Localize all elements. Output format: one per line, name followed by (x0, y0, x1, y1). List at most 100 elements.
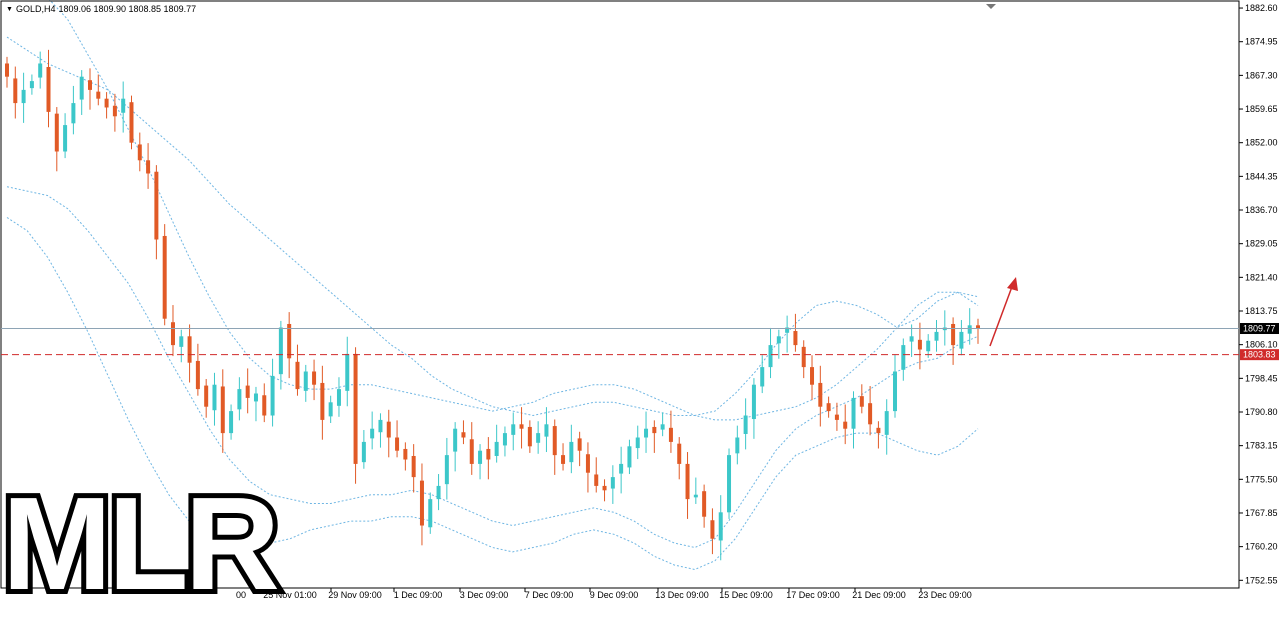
candle-bearish (129, 102, 134, 143)
candle-bearish (602, 485, 607, 491)
candle-bullish (544, 424, 549, 437)
ohlc-values: 1809.06 1809.90 1808.85 1809.77 (58, 4, 197, 14)
candle-bearish (818, 382, 823, 407)
candle-bullish (378, 419, 383, 433)
x-axis: 25 Nov 01:00 29 Nov 09:00 1 Dec 09:00 3 Dec… (236, 588, 972, 600)
candle-bearish (594, 474, 599, 486)
x-tick-label: 3 Dec 09:00 (460, 590, 509, 600)
candle-bearish (320, 382, 325, 420)
candle-bearish (312, 371, 317, 385)
candle-bullish (884, 411, 889, 435)
dropdown-triangle-icon[interactable]: ▼ (6, 6, 13, 13)
candle-bearish (685, 463, 690, 500)
candle-bullish (851, 397, 856, 429)
candle-bullish (511, 424, 516, 435)
y-tick-label: 1752.55 (1245, 575, 1278, 585)
support-level-value: 1803.83 (1243, 350, 1276, 360)
candle-bullish (735, 437, 740, 454)
candle-bullish (121, 98, 126, 113)
candle-bearish (843, 421, 848, 429)
candle-bullish (635, 437, 640, 449)
candle-bullish (428, 499, 433, 528)
candle-bearish (245, 385, 250, 398)
candle-bullish (336, 389, 341, 406)
chart-header: ▼ GOLD,H4 1809.06 1809.90 1808.85 1809.7… (6, 4, 196, 14)
candle-bearish (519, 424, 524, 429)
y-axis: 1882.60 1874.95 1867.30 1859.65 1852.00 1844.… (1239, 3, 1278, 585)
candle-bullish (79, 76, 84, 100)
y-tick-label: 1790.80 (1245, 407, 1278, 417)
candle-bullish (345, 353, 350, 391)
candle-bearish (876, 427, 881, 434)
y-tick-label: 1783.15 (1245, 441, 1278, 451)
candle-bearish (386, 421, 391, 438)
candle-bullish (926, 340, 931, 352)
candle-bullish (727, 455, 732, 513)
candle-bearish (677, 443, 682, 464)
candle-bearish (577, 438, 582, 451)
candle-bullish (693, 494, 698, 498)
candle-bullish (569, 441, 574, 463)
candle-bullish (444, 455, 449, 485)
candle-bullish (237, 389, 242, 410)
candle-bearish (187, 336, 192, 363)
current-price-label: 1809.77 (1240, 323, 1279, 335)
candle-bearish (262, 395, 267, 416)
candle-bullish (179, 336, 184, 347)
candle-bullish (38, 63, 43, 78)
candle-bullish (502, 433, 507, 446)
candle-bullish (660, 424, 665, 430)
x-tick-label: 1 Dec 09:00 (394, 590, 443, 600)
candle-bearish (154, 171, 159, 240)
candle-bullish (494, 441, 499, 456)
candle-bearish (287, 323, 292, 359)
candle-bearish (710, 520, 715, 539)
candle-bearish (527, 426, 532, 447)
y-tick-label: 1867.30 (1245, 70, 1278, 80)
x-tick-label: 23 Dec 09:00 (918, 590, 972, 600)
x-tick-label: 15 Dec 09:00 (719, 590, 773, 600)
candle-bullish (253, 393, 258, 402)
candle-bearish (486, 448, 491, 460)
candle-bearish (652, 426, 657, 434)
symbol-label: GOLD,H4 (15, 4, 56, 14)
candle-bullish (901, 345, 906, 370)
candle-bearish (801, 346, 806, 368)
candle-bearish (561, 455, 566, 464)
candle-bearish (5, 63, 9, 77)
candle-bearish (54, 113, 59, 152)
watermark-text: MLR (0, 470, 285, 617)
candle-bullish (478, 450, 483, 464)
candle-bearish (13, 78, 18, 104)
candle-bullish (768, 345, 773, 368)
candle-bullish (29, 81, 34, 89)
candle-bullish (270, 375, 275, 416)
candle-bearish (834, 414, 839, 420)
candle-bullish (893, 371, 898, 412)
x-tick-label: 17 Dec 09:00 (786, 590, 840, 600)
x-tick-label: 29 Nov 09:00 (328, 590, 382, 600)
candle-bullish (278, 327, 283, 375)
candle-bearish (204, 385, 209, 407)
y-tick-label: 1882.60 (1245, 3, 1278, 13)
candle-bullish (212, 384, 217, 411)
candle-bearish (353, 353, 358, 464)
candle-bearish (859, 396, 864, 407)
candle-bullish (644, 428, 649, 438)
candle-bearish (403, 448, 408, 460)
candle-bullish (760, 367, 765, 387)
y-tick-label: 1821.40 (1245, 272, 1278, 282)
candle-bearish (868, 403, 873, 425)
candle-bearish (461, 432, 466, 438)
y-tick-label: 1859.65 (1245, 104, 1278, 114)
y-tick-label: 1813.75 (1245, 306, 1278, 316)
candle-bullish (934, 331, 939, 341)
candle-bullish (361, 441, 366, 463)
candle-bullish (967, 325, 972, 334)
candle-bullish (743, 415, 748, 434)
candle-bearish (104, 98, 109, 108)
y-tick-label: 1775.50 (1245, 474, 1278, 484)
candle-bearish (146, 160, 151, 174)
candle-bearish (46, 67, 51, 112)
candle-bearish (702, 491, 707, 517)
